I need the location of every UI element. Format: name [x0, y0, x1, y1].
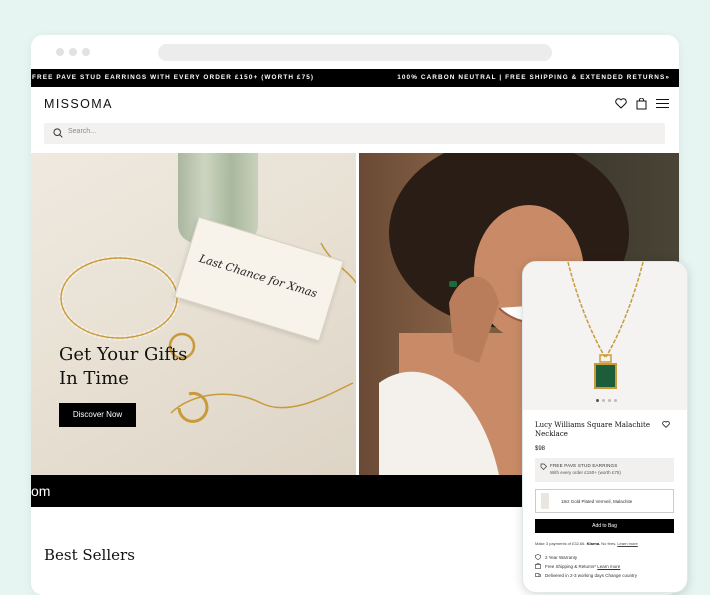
benefits-list: 2 Year Warranty Free Shipping & Returns*… — [535, 553, 637, 580]
bottom-band-text: om — [31, 483, 51, 499]
carousel-dot[interactable] — [602, 399, 605, 402]
window-dot — [69, 48, 77, 56]
benefit-delivery: Delivered in 2-3 working days Change cou… — [535, 571, 637, 580]
search-placeholder: Search... — [68, 128, 97, 135]
browser-chrome — [31, 35, 679, 69]
carousel-dots[interactable] — [596, 399, 617, 402]
klarna-suffix: No fees. — [601, 541, 617, 546]
variant-selector[interactable]: 18ct Gold Plated Vermeil, Malachite — [535, 489, 674, 513]
hero-jewelry-image[interactable]: Last Chance for Xmas Get Your Gifts In T… — [31, 153, 356, 475]
product-title: Lucy Williams Square Malachite Necklace — [535, 421, 650, 438]
carousel-dot[interactable] — [596, 399, 599, 402]
shopping-bag-icon[interactable] — [636, 98, 647, 110]
variant-label: 18ct Gold Plated Vermeil, Malachite — [561, 499, 633, 504]
klarna-brand: Klarna. — [586, 541, 601, 546]
product-wishlist-heart-icon[interactable] — [662, 421, 670, 428]
promo-right-text[interactable]: 100% CARBON NEUTRAL | FREE SHIPPING & EX… — [397, 69, 670, 87]
site-logo[interactable]: MISSOMA — [44, 97, 113, 111]
promo-left-text[interactable]: FREE PAVE STUD EARRINGS WITH EVERY ORDER… — [32, 69, 314, 87]
address-bar[interactable] — [158, 44, 552, 61]
benefit-text: Free Shipping & Returns* — [545, 564, 597, 569]
benefit-text: 2 Year Warranty — [545, 555, 578, 560]
mobile-product-view: Lucy Williams Square Malachite Necklace … — [522, 261, 688, 593]
promo-banner: FREE PAVE STUD EARRINGS WITH EVERY ORDER… — [31, 69, 679, 87]
klarna-text: Make 3 payments of £32.66. — [535, 541, 586, 546]
benefit-warranty: 2 Year Warranty — [535, 553, 637, 562]
necklace-illustration — [567, 262, 644, 389]
shield-icon — [535, 554, 541, 560]
benefit-shipping: Free Shipping & Returns* Learn more — [535, 562, 637, 571]
product-price: $98 — [535, 446, 546, 452]
site-header: MISSOMA — [31, 87, 679, 121]
search-bar[interactable]: Search... — [44, 123, 665, 144]
window-dot — [56, 48, 64, 56]
carousel-dot[interactable] — [614, 399, 617, 402]
klarna-info: Make 3 payments of £32.66. Klarna. No fe… — [535, 541, 638, 546]
free-gift-notice: FREE PAVE STUD EARRINGS With every order… — [535, 458, 674, 482]
wishlist-heart-icon[interactable] — [615, 98, 627, 109]
free-gift-subtitle: With every order £150+ (worth £75) — [550, 470, 621, 475]
carousel-dot[interactable] — [608, 399, 611, 402]
variant-swatch — [541, 493, 549, 509]
benefit-text: Delivered in 2-3 working days Change cou… — [545, 573, 638, 578]
hero-title: Get Your Gifts In Time — [59, 344, 188, 389]
klarna-learn-more-link[interactable]: Learn more — [617, 541, 637, 546]
window-dot — [82, 48, 90, 56]
free-gift-title: FREE PAVE STUD EARRINGS — [550, 463, 618, 468]
search-icon — [53, 128, 63, 138]
add-to-bag-button[interactable]: Add to Bag — [535, 519, 674, 533]
hamburger-menu-icon[interactable] — [656, 98, 669, 109]
discover-now-button[interactable]: Discover Now — [59, 403, 136, 427]
place-card-text: Last Chance for Xmas — [197, 251, 319, 301]
best-sellers-heading: Best Sellers — [44, 546, 135, 564]
box-icon — [535, 563, 541, 569]
gift-tag-icon — [540, 463, 547, 470]
product-image[interactable] — [523, 262, 687, 410]
truck-icon — [535, 573, 541, 577]
shipping-learn-more-link[interactable]: Learn more — [597, 564, 620, 569]
header-icons — [615, 98, 669, 110]
